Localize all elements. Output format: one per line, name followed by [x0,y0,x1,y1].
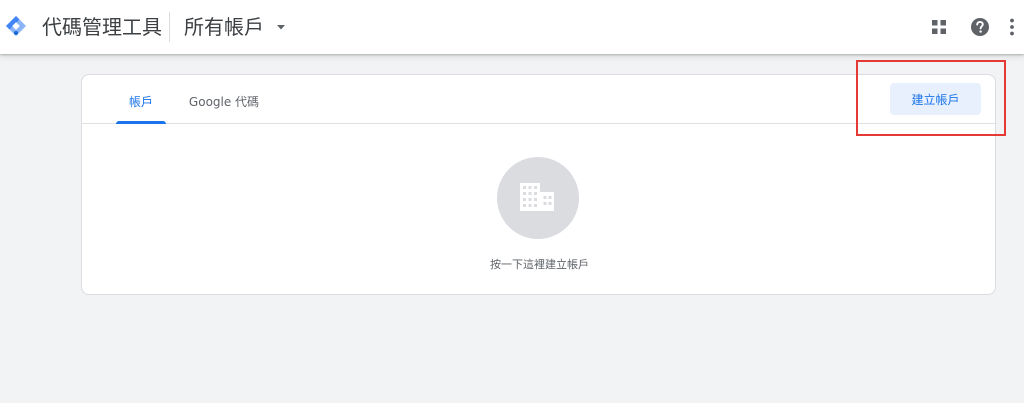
building-icon [520,183,554,211]
account-selector-label: 所有帳戶 [184,15,264,39]
more-vert-icon[interactable] [1008,17,1016,37]
header-divider [169,12,170,42]
create-account-button[interactable]: 建立帳戶 [890,83,981,115]
tab-google-tags[interactable]: Google 代碼 [179,75,269,123]
empty-state-message[interactable]: 按一下這裡建立帳戶 [382,257,697,273]
accounts-card: 帳戶 Google 代碼 建立帳戶 按一下這裡建立帳戶 [81,74,996,295]
caret-down-icon [277,25,285,30]
tab-bar: 帳戶 Google 代碼 建立帳戶 [82,75,995,124]
tag-manager-logo[interactable] [6,16,26,36]
empty-state-illustration[interactable] [497,157,579,239]
account-selector[interactable]: 所有帳戶 [184,14,286,40]
tab-accounts[interactable]: 帳戶 [116,75,166,124]
help-icon[interactable] [970,17,990,37]
top-app-bar: 代碼管理工具 所有帳戶 [0,0,1024,54]
apps-grid-icon[interactable] [932,20,946,34]
app-title: 代碼管理工具 [42,15,162,39]
